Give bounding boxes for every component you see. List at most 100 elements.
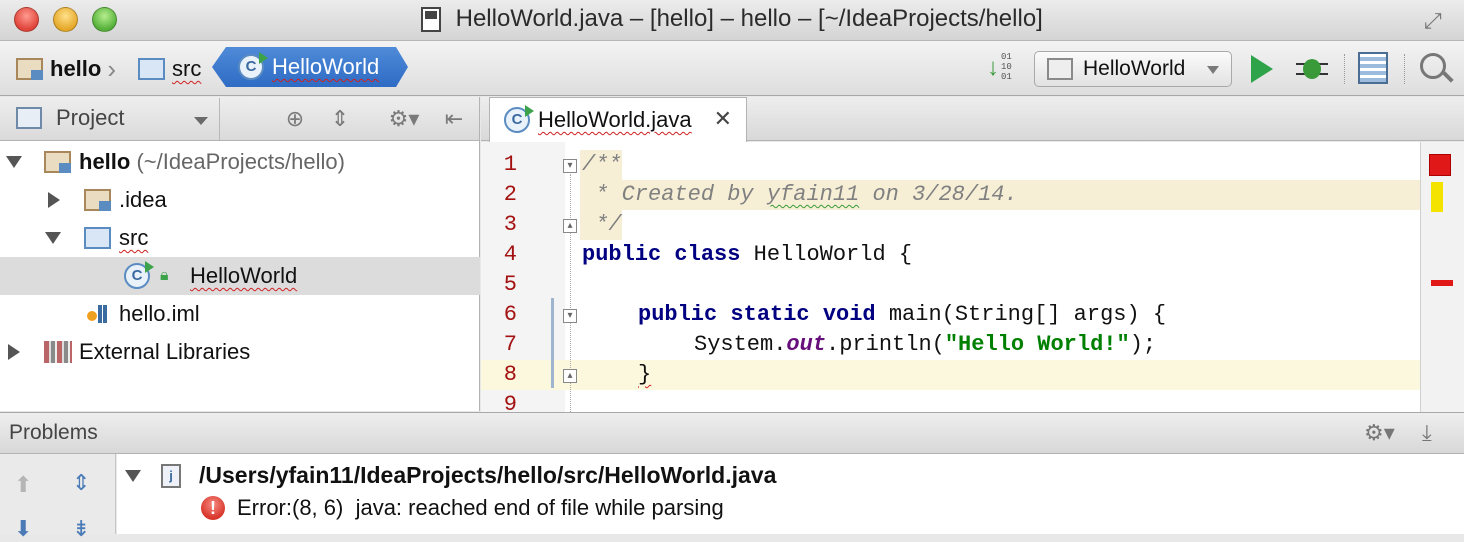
java-class-icon: C (504, 105, 534, 133)
comment-text: */ (582, 212, 622, 237)
error-status-icon[interactable] (1429, 154, 1451, 176)
expand-arrow-icon[interactable] (6, 156, 22, 168)
problem-file-row[interactable]: j /Users/yfain11/IdeaProjects/hello/src/… (125, 462, 776, 489)
breadcrumb-item-hello[interactable]: hello › (16, 53, 116, 85)
project-tree: hello (~/IdeaProjects/hello) .idea src C… (0, 141, 480, 411)
tree-item-hello[interactable]: hello (~/IdeaProjects/hello) (0, 143, 480, 181)
chevron-down-icon[interactable] (194, 117, 208, 125)
collapse-all-icon[interactable]: ⇕ (327, 106, 353, 132)
java-file-icon: j (161, 463, 181, 488)
static-field: out (786, 332, 827, 357)
code-line-1: /** (582, 150, 622, 180)
line-number: 1 (503, 152, 517, 177)
gear-icon[interactable]: ⚙▾ (1364, 420, 1395, 446)
tree-item-helloworld[interactable]: C 🔒︎ HelloWorld (0, 257, 480, 295)
scroll-from-source-icon[interactable]: ⊕ (282, 106, 308, 132)
fold-collapse-icon[interactable]: ▾ (563, 159, 577, 173)
code-line-2: * Created by yfain11 on 3/28/14. (582, 180, 1018, 210)
breadcrumb-separator-icon: › (107, 53, 117, 84)
code-line-7: System.out.println("Hello World!"); (694, 330, 1156, 360)
code-text: main(String[] args) { (875, 302, 1167, 327)
tab-label: HelloWorld.java (538, 107, 692, 132)
hide-panel-icon[interactable]: ⤓ (1422, 420, 1432, 446)
warning-marker[interactable] (1431, 182, 1443, 212)
code-text: System. (694, 332, 787, 357)
problem-message-row[interactable]: ! Error:(8, 6) java: reached end of file… (201, 495, 724, 521)
code-text: HelloWorld { (740, 242, 913, 267)
project-view-selector[interactable]: Project (16, 105, 124, 131)
fold-end-icon[interactable]: ▴ (563, 219, 577, 233)
project-view-icon (16, 107, 42, 129)
change-marker (551, 298, 554, 388)
line-number: 8 (503, 362, 517, 387)
make-project-button[interactable]: ↓ 01 10 01 (985, 52, 1015, 84)
tree-item-label: HelloWorld (190, 263, 298, 288)
gear-icon[interactable]: ⚙▾ (384, 106, 424, 132)
previous-problem-icon[interactable]: ⬆ (14, 472, 32, 498)
tree-item-src[interactable]: src (0, 219, 480, 257)
java-class-icon: C (124, 261, 154, 289)
fold-collapse-icon[interactable]: ▾ (563, 309, 577, 323)
keyword: public static void (638, 302, 876, 327)
next-problem-icon[interactable]: ⬇ (14, 516, 32, 542)
tree-item-path: (~/IdeaProjects/hello) (136, 149, 345, 174)
code-text: ); (1129, 332, 1157, 357)
comment-text: * Created by (582, 182, 767, 207)
tree-item-idea[interactable]: .idea (0, 181, 480, 219)
comment-text: /** (582, 152, 622, 177)
project-structure-button[interactable] (1358, 52, 1388, 84)
tree-item-external-libraries[interactable]: External Libraries (0, 333, 480, 371)
run-configuration-select[interactable]: HelloWorld (1034, 51, 1232, 87)
expand-arrow-icon[interactable] (8, 344, 20, 360)
breadcrumb-item-helloworld[interactable]: C HelloWorld (212, 47, 408, 87)
expand-all-icon[interactable]: ⇕ (72, 470, 90, 496)
libraries-icon (44, 341, 72, 363)
code-line-8: } (638, 360, 651, 390)
expand-arrow-icon[interactable] (45, 232, 61, 244)
search-everywhere-button[interactable] (1420, 53, 1446, 79)
binary-digits: 01 (1001, 52, 1012, 62)
bug-icon (1303, 59, 1321, 79)
collapse-all-icon[interactable]: ⇟ (72, 516, 90, 542)
window-title: HelloWorld.java – [hello] – hello – [~/I… (455, 5, 1043, 32)
tree-item-label: External Libraries (79, 339, 251, 364)
close-tab-icon[interactable]: ✕ (714, 106, 732, 132)
download-arrow-icon: ↓ (987, 54, 999, 81)
keyword: public class (582, 242, 741, 267)
run-configuration-label: HelloWorld (1083, 57, 1186, 80)
title-bar: HelloWorld.java – [hello] – hello – [~/I… (0, 0, 1464, 41)
fullscreen-icon[interactable]: ⤢ (1424, 8, 1452, 34)
header-separator (219, 98, 220, 140)
folder-icon (84, 189, 111, 211)
tab-helloworld-java[interactable]: C HelloWorld.java ✕ (489, 97, 747, 142)
project-panel-title: Project (56, 105, 125, 130)
binary-icon: 01 10 01 (1001, 52, 1012, 82)
java-class-icon: C (238, 52, 268, 80)
hide-panel-icon[interactable]: ⇤ (441, 106, 467, 132)
line-number: 4 (503, 242, 517, 267)
chevron-down-icon (1207, 66, 1219, 74)
code-text: .println( (826, 332, 945, 357)
breadcrumb-label: src (172, 56, 202, 81)
comment-text: on 3/28/14. (859, 182, 1018, 207)
lock-icon: 🔒︎ (160, 267, 169, 284)
expand-arrow-icon[interactable] (125, 469, 141, 482)
tree-item-label: src (119, 225, 149, 250)
problems-title: Problems (9, 421, 98, 444)
error-marker[interactable] (1431, 280, 1453, 286)
tree-item-hello-iml[interactable]: hello.iml (0, 295, 480, 333)
expand-arrow-icon[interactable] (48, 192, 60, 208)
fold-end-icon[interactable]: ▴ (563, 369, 577, 383)
code-line-4: public class HelloWorld { (582, 240, 912, 270)
problems-header (0, 412, 1464, 454)
error-icon: ! (201, 496, 225, 520)
application-config-icon (1047, 58, 1073, 80)
run-button[interactable] (1251, 55, 1273, 83)
line-number: 3 (503, 212, 517, 237)
binary-digits: 01 (1001, 72, 1012, 82)
debug-button[interactable] (1296, 53, 1328, 83)
code-text: } (638, 362, 652, 387)
code-editor[interactable]: 1 2 3 4 5 6 7 8 9 ▾ ▴ ▾ ▴ /** * Created … (481, 142, 1464, 412)
breadcrumb-label: hello (50, 56, 102, 81)
breadcrumb-item-src[interactable]: src (138, 53, 201, 85)
